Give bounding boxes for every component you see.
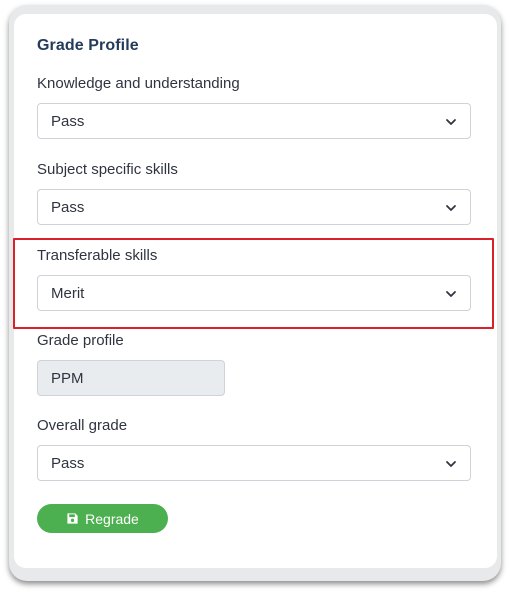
- transferable-select[interactable]: Merit: [37, 275, 471, 311]
- chevron-down-icon: [446, 119, 456, 125]
- subject-select-value: Pass: [51, 199, 85, 216]
- knowledge-select[interactable]: Pass: [37, 103, 471, 139]
- grade-profile-field: PPM: [37, 360, 225, 396]
- overall-label: Overall grade: [37, 417, 128, 434]
- transferable-select-value: Merit: [51, 285, 85, 302]
- overall-select[interactable]: Pass: [37, 445, 471, 481]
- chevron-down-icon: [446, 461, 456, 467]
- chevron-down-icon: [446, 205, 456, 211]
- grade-profile-value: PPM: [51, 370, 84, 387]
- knowledge-label: Knowledge and understanding: [37, 75, 240, 92]
- subject-select[interactable]: Pass: [37, 189, 471, 225]
- transferable-label: Transferable skills: [37, 247, 158, 264]
- overall-select-value: Pass: [51, 455, 85, 472]
- panel-title: Grade Profile: [37, 37, 139, 54]
- subject-label: Subject specific skills: [37, 161, 178, 178]
- save-icon: [67, 513, 78, 524]
- screenshot-frame: Grade Profile Knowledge and understandin…: [9, 5, 501, 581]
- grade-profile-panel: Grade Profile Knowledge and understandin…: [13, 14, 497, 568]
- knowledge-select-value: Pass: [51, 113, 85, 130]
- regrade-label: Regrade: [85, 510, 139, 527]
- regrade-button[interactable]: Regrade: [37, 504, 168, 533]
- grade-profile-label: Grade profile: [37, 332, 124, 349]
- chevron-down-icon: [446, 291, 456, 297]
